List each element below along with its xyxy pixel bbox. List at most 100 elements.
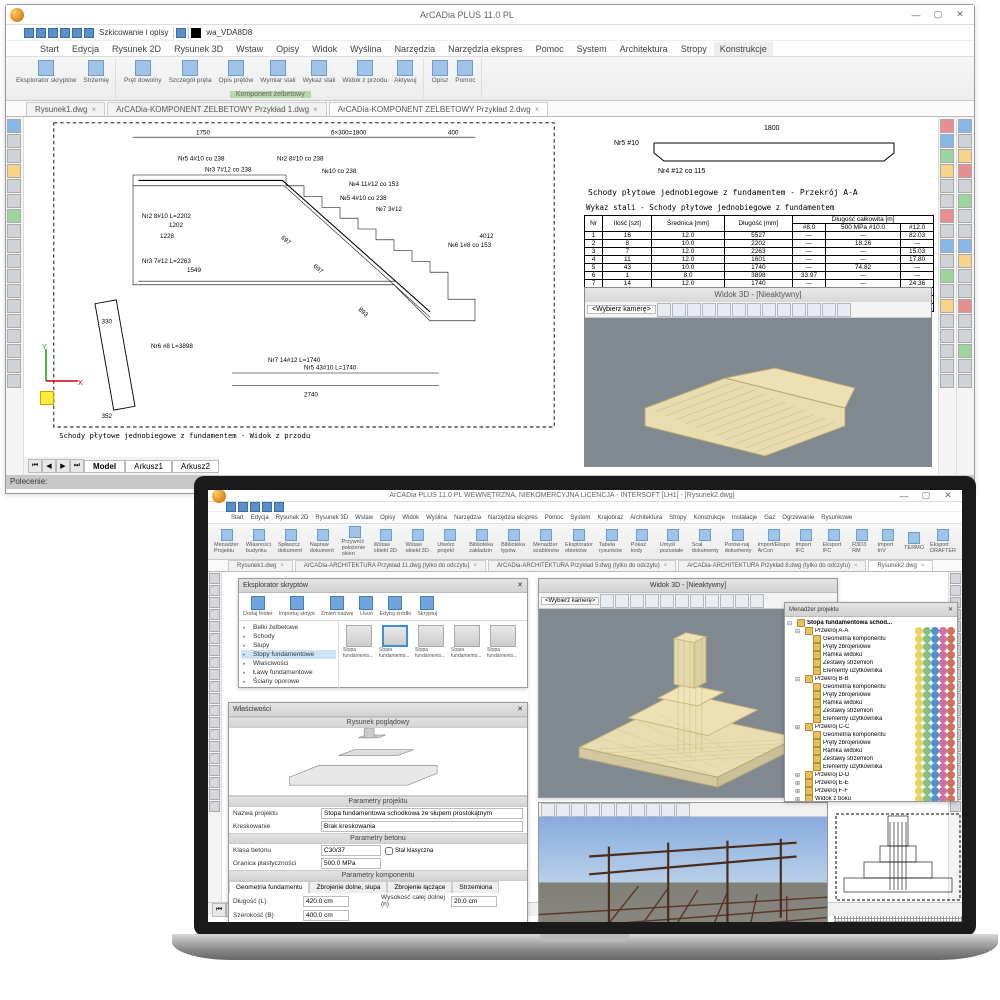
tool-icon[interactable]: [958, 134, 972, 148]
v3d-icon[interactable]: [690, 594, 704, 608]
document-tab[interactable]: ArCADia-ARCHITEKTURA Przykład 5.dwg (tyl…: [488, 560, 676, 571]
ribbon-button[interactable]: Wstaw obiekt 2D: [372, 528, 402, 555]
menu-item[interactable]: Krajobraz: [594, 514, 626, 522]
tool-icon[interactable]: [209, 765, 220, 776]
v3d-icon[interactable]: [717, 303, 731, 317]
tool-icon[interactable]: [940, 254, 954, 268]
menu-item[interactable]: Rysunek 2D: [106, 42, 167, 56]
tool-icon[interactable]: [7, 149, 21, 163]
tree-item[interactable]: Geometria komponentu: [787, 731, 955, 739]
close-button[interactable]: ✕: [938, 490, 958, 503]
tool-icon[interactable]: [958, 344, 972, 358]
v3d-icon[interactable]: [657, 303, 671, 317]
tool-icon[interactable]: [7, 269, 21, 283]
tool-icon[interactable]: [940, 344, 954, 358]
document-tab[interactable]: Rysunek1.dwg×: [26, 102, 105, 116]
tool-icon[interactable]: [7, 314, 21, 328]
tool-icon[interactable]: [958, 284, 972, 298]
ribbon-button[interactable]: Porów-naj dokumenty: [723, 528, 754, 555]
render-icon[interactable]: [541, 803, 555, 817]
tree-item[interactable]: Zestawy strzemion: [787, 755, 955, 763]
ribbon-button[interactable]: Utwórz projekt: [435, 528, 465, 555]
tool-icon[interactable]: [7, 119, 21, 133]
v3d-icon[interactable]: [630, 594, 644, 608]
explorer-tree[interactable]: Belki żelbetoweSchodySłupyStopy fundamen…: [239, 621, 339, 689]
menu-item[interactable]: Pomoc: [542, 514, 567, 522]
prop-tab[interactable]: Geometria fundamentu: [229, 881, 309, 893]
qa-icon[interactable]: [24, 28, 34, 38]
menu-item[interactable]: Narzędzia: [389, 42, 442, 56]
menu-item[interactable]: Start: [228, 514, 247, 522]
tool-icon[interactable]: [209, 705, 220, 716]
project-tree[interactable]: ⊟Stopa fundamentowa schod...⊟Przekrój A-…: [785, 617, 957, 801]
v3d-icon[interactable]: [732, 303, 746, 317]
tool-icon[interactable]: [958, 329, 972, 343]
tree-item[interactable]: Geometria komponentu: [787, 635, 955, 643]
ribbon-button[interactable]: Szczegół pręta: [167, 59, 214, 85]
menu-item[interactable]: Narzędzia ekspres: [442, 42, 529, 56]
menu-item[interactable]: Rysunek 3D: [312, 514, 351, 522]
v3d-icon[interactable]: [600, 594, 614, 608]
explorer-button[interactable]: Zmień nazwę: [319, 595, 356, 618]
thumb-item[interactable]: Stopa fundamento...: [379, 625, 411, 659]
tree-item[interactable]: ⊞Widok z boku: [787, 795, 955, 801]
ribbon-button[interactable]: Wymiar stali: [258, 59, 297, 85]
ribbon-button[interactable]: Własności budynku: [244, 528, 274, 555]
tool-icon[interactable]: [209, 585, 220, 596]
v3d-icon[interactable]: [720, 594, 734, 608]
thumb-item[interactable]: Stopa fundamento...: [343, 625, 375, 659]
menu-item[interactable]: Konstrukcje: [690, 514, 727, 522]
menu-item[interactable]: Architektura: [627, 514, 665, 522]
geom-input[interactable]: [451, 896, 497, 907]
tool-icon[interactable]: [7, 284, 21, 298]
hatch-select[interactable]: [321, 821, 523, 832]
render-icon[interactable]: [601, 803, 615, 817]
tool-icon[interactable]: [940, 209, 954, 223]
layer-field[interactable]: wa_VDA8D8: [206, 28, 252, 37]
explorer-thumbs[interactable]: Stopa fundamento...Stopa fundamento...St…: [339, 621, 527, 689]
tree-item[interactable]: Ławy fundamentowe: [241, 668, 336, 677]
tool-icon[interactable]: [209, 609, 220, 620]
render-icon[interactable]: [646, 803, 660, 817]
tab-nav-first[interactable]: ⏮: [28, 459, 42, 473]
v3d-icon[interactable]: [672, 303, 686, 317]
ribbon-button[interactable]: Import IFC: [794, 528, 819, 555]
ribbon-button[interactable]: Wykaz stali: [301, 59, 338, 85]
tool-icon[interactable]: [209, 753, 220, 764]
v3d-icon[interactable]: [705, 594, 719, 608]
document-tab[interactable]: Rysunek2.dwg×: [868, 560, 933, 571]
tool-icon[interactable]: [7, 344, 21, 358]
render-icon[interactable]: [556, 803, 570, 817]
ribbon-button[interactable]: Menadżer Projektu: [212, 528, 242, 555]
prop-tab[interactable]: Zbrojenie łączące: [387, 881, 452, 893]
tree-item[interactable]: Geometria komponentu: [787, 683, 955, 691]
ribbon-button[interactable]: Napraw dokument: [308, 528, 338, 555]
menu-item[interactable]: Architektura: [614, 42, 674, 56]
render-icon[interactable]: [616, 803, 630, 817]
concrete-class-select[interactable]: [321, 845, 381, 856]
qa-icon[interactable]: [226, 502, 236, 512]
ribbon-button[interactable]: Eksport DRAFTER: [928, 528, 958, 555]
menu-item[interactable]: Wstaw: [352, 514, 376, 522]
tool-icon[interactable]: [209, 693, 220, 704]
tree-item[interactable]: Ramka widoku: [787, 747, 955, 755]
tree-item[interactable]: ⊞Przekrój C-C: [787, 723, 955, 731]
camera-select[interactable]: <Wybierz kamerę>: [541, 597, 599, 605]
classic-steel-checkbox[interactable]: [385, 847, 393, 855]
tool-icon[interactable]: [950, 573, 961, 584]
v3d-icon[interactable]: [675, 594, 689, 608]
tree-item[interactable]: ⊞Przekrój F-F: [787, 787, 955, 795]
tree-item[interactable]: Belki żelbetowe: [241, 623, 336, 632]
tab-nav[interactable]: ⏮: [212, 903, 226, 917]
tree-item[interactable]: Pręty zbrojeniowe: [787, 739, 955, 747]
tool-icon[interactable]: [209, 597, 220, 608]
prop-tab[interactable]: Strzemiona: [452, 881, 499, 893]
minimize-button[interactable]: —: [906, 8, 926, 22]
tool-icon[interactable]: [209, 717, 220, 728]
tree-item[interactable]: Pręty zbrojeniowe: [787, 643, 955, 651]
tool-icon[interactable]: [958, 164, 972, 178]
menu-item[interactable]: Instalacje: [729, 514, 760, 522]
v3d-icon[interactable]: [615, 594, 629, 608]
qa-icon[interactable]: [84, 28, 94, 38]
tree-item[interactable]: ⊞Przekrój E-E: [787, 779, 955, 787]
